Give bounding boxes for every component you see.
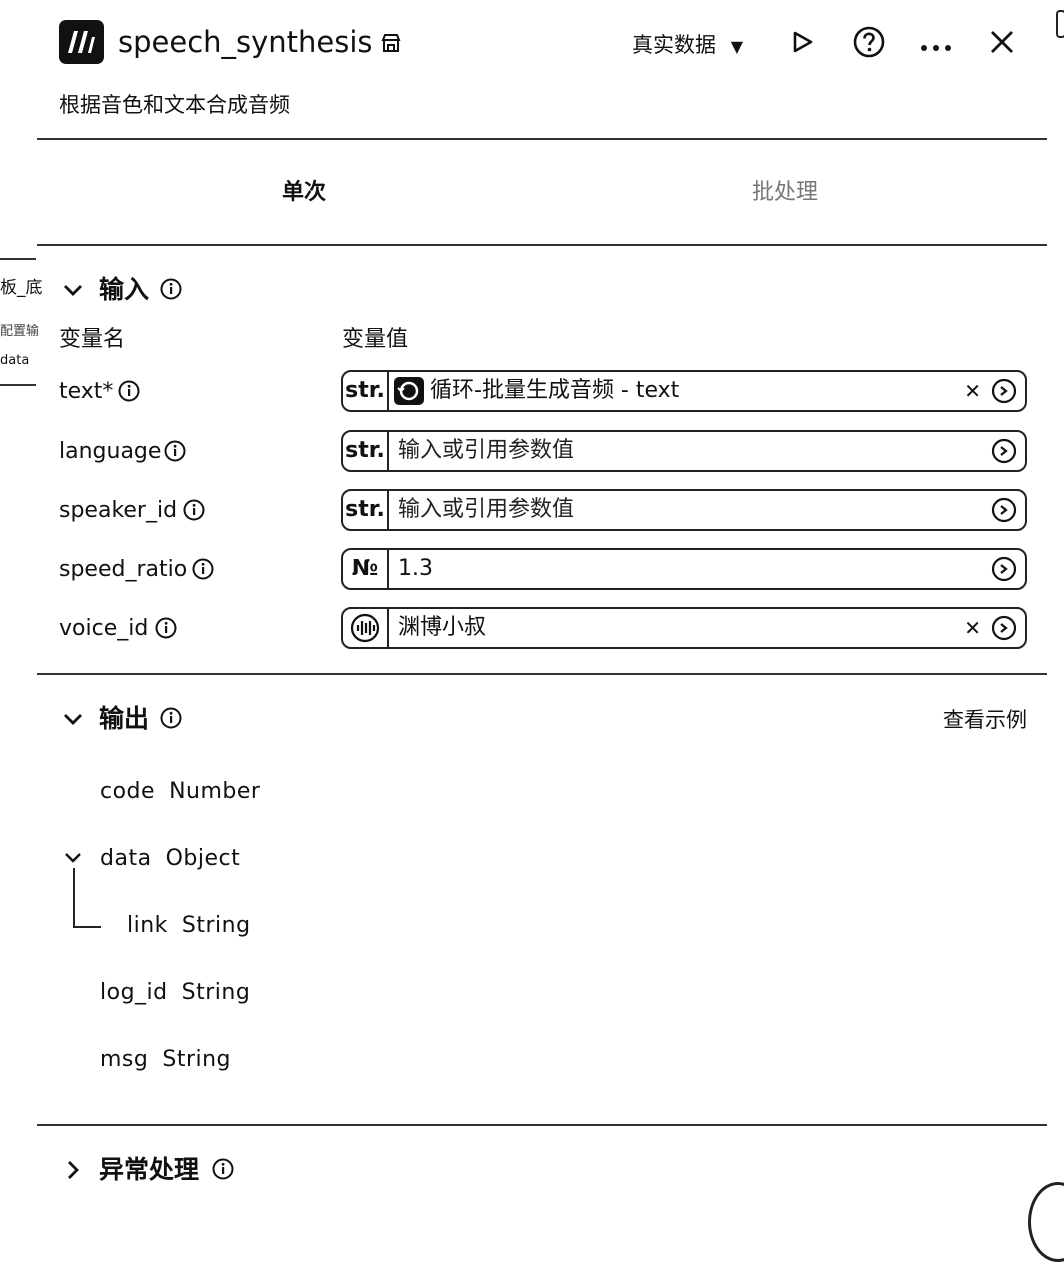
output-field-name: log_id	[100, 980, 168, 1005]
type-tag: str.	[343, 372, 389, 410]
tab-batch[interactable]: 批处理	[752, 176, 818, 210]
output-field-name: link	[127, 913, 168, 938]
info-icon[interactable]	[164, 440, 186, 462]
column-header-name: 变量名	[59, 327, 126, 352]
info-icon[interactable]	[212, 1158, 234, 1180]
store-icon[interactable]	[380, 32, 402, 54]
output-section-title: 输出	[99, 704, 150, 733]
output-field-type: Object	[165, 846, 241, 871]
exception-section-title: 异常处理	[99, 1155, 200, 1184]
loop-node-icon	[394, 377, 424, 405]
output-field-log-id: log_id String	[100, 978, 250, 1008]
text-value-field[interactable]: str. 循环-批量生成音频 - text ✕	[341, 370, 1027, 412]
param-name-text: text*	[59, 379, 114, 404]
variable-picker-icon[interactable]	[991, 497, 1017, 523]
close-button[interactable]	[989, 29, 1015, 55]
info-icon[interactable]	[160, 278, 182, 300]
variable-picker-icon[interactable]	[991, 438, 1017, 464]
language-value-field[interactable]: str. 输入或引用参数值	[341, 430, 1027, 472]
speaker-id-value-field[interactable]: str. 输入或引用参数值	[341, 489, 1027, 531]
divider	[37, 673, 1047, 675]
background-text: data	[0, 353, 30, 368]
help-button[interactable]	[853, 26, 885, 58]
clear-icon[interactable]: ✕	[964, 372, 981, 410]
speed-ratio-value[interactable]: 1.3	[398, 550, 433, 588]
chevron-down-icon[interactable]	[62, 708, 84, 730]
output-field-name: code	[100, 779, 156, 804]
plugin-logo-icon	[59, 20, 104, 64]
output-field-name: msg	[100, 1047, 149, 1072]
output-field-data: data Object	[100, 844, 240, 874]
data-mode-dropdown[interactable]: 真实数据 ▼	[632, 30, 743, 62]
output-field-type: Number	[169, 779, 261, 804]
speed-ratio-value-field[interactable]: № 1.3	[341, 548, 1027, 590]
divider	[37, 138, 1047, 140]
close-icon	[991, 31, 1013, 53]
view-example-link[interactable]: 查看示例	[943, 705, 1027, 735]
output-field-type: String	[181, 980, 251, 1005]
type-tag: str.	[343, 491, 389, 529]
output-field-type: String	[162, 1047, 232, 1072]
voice-id-value-field[interactable]: 渊博小叔 ✕	[341, 607, 1027, 649]
param-name-language: language	[59, 439, 162, 464]
speaker-id-input-placeholder[interactable]: 输入或引用参数值	[398, 491, 574, 529]
language-input-placeholder[interactable]: 输入或引用参数值	[398, 432, 574, 470]
param-name-speed-ratio: speed_ratio	[59, 557, 188, 582]
output-field-link: link String	[127, 911, 251, 941]
question-icon	[853, 26, 885, 58]
column-header-value: 变量值	[342, 327, 409, 352]
output-field-type: String	[181, 913, 251, 938]
node-title: speech_synthesis	[118, 25, 373, 59]
voice-id-value: 渊博小叔	[398, 615, 487, 640]
background-divider	[0, 258, 36, 260]
info-icon[interactable]	[160, 707, 182, 729]
background-fragment	[1028, 1182, 1064, 1262]
background-text: 板_底	[0, 278, 43, 298]
variable-picker-icon[interactable]	[991, 378, 1017, 404]
divider	[37, 244, 1047, 246]
info-icon[interactable]	[155, 617, 177, 639]
info-icon[interactable]	[192, 558, 214, 580]
background-text: 配置输	[0, 324, 40, 339]
info-icon[interactable]	[118, 380, 140, 402]
info-icon[interactable]	[183, 499, 205, 521]
tree-connector	[73, 868, 101, 928]
variable-picker-icon[interactable]	[991, 556, 1017, 582]
output-field-code: code Number	[100, 777, 260, 807]
type-tag: str.	[343, 432, 389, 470]
chevron-down-icon[interactable]	[62, 279, 84, 301]
chevron-right-icon[interactable]	[62, 1159, 84, 1181]
voice-waveform-icon	[343, 609, 389, 647]
node-description: 根据音色和文本合成音频	[59, 93, 290, 117]
input-section-title: 输入	[99, 275, 150, 304]
param-name-speaker-id: speaker_id	[59, 498, 178, 523]
variable-picker-icon[interactable]	[991, 615, 1017, 641]
run-button[interactable]	[790, 30, 814, 54]
chevron-down-icon[interactable]	[63, 850, 83, 866]
caret-down-icon: ▼	[730, 37, 743, 56]
more-options-icon[interactable]	[919, 38, 953, 51]
background-divider	[0, 384, 36, 386]
number-type-tag: №	[343, 550, 389, 588]
clear-icon[interactable]: ✕	[964, 609, 981, 647]
param-name-voice-id: voice_id	[59, 616, 149, 641]
data-mode-label: 真实数据	[632, 33, 716, 57]
output-field-msg: msg String	[100, 1045, 231, 1075]
background-fragment	[1056, 10, 1064, 38]
tab-single[interactable]: 单次	[282, 176, 326, 210]
text-value: 循环-批量生成音频 - text	[430, 378, 680, 403]
play-icon	[793, 31, 813, 53]
output-field-name: data	[100, 846, 152, 871]
divider	[37, 1124, 1047, 1126]
